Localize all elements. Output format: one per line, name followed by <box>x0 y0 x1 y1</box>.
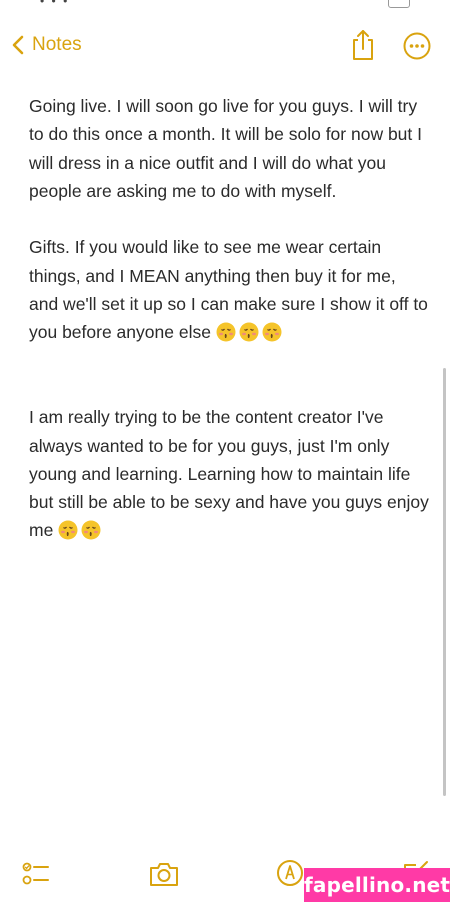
back-button-label: Notes <box>32 34 82 55</box>
kissing-face-emoji-icon <box>239 322 259 342</box>
back-to-notes-button[interactable]: Notes <box>8 30 82 60</box>
kissing-face-emoji-icon <box>58 520 78 540</box>
emoji-group <box>216 322 285 342</box>
share-icon[interactable] <box>349 28 377 62</box>
kissing-face-emoji-icon <box>81 520 101 540</box>
note-paragraph-text: Going live. I will soon go live for you … <box>29 96 422 201</box>
kissing-face-emoji-icon <box>216 322 236 342</box>
camera-icon[interactable] <box>148 860 180 888</box>
emoji-group <box>58 520 104 540</box>
scrollbar[interactable] <box>443 368 446 796</box>
watermark: fapellino.net <box>304 868 450 902</box>
note-paragraph: Gifts. If you would like to see me wear … <box>29 233 429 346</box>
note-content[interactable]: Going live. I will soon go live for you … <box>29 92 429 545</box>
more-ellipsis-icon[interactable] <box>402 31 432 61</box>
chevron-left-icon <box>12 35 24 55</box>
status-signal-icon: • • • <box>40 0 70 8</box>
note-paragraph: I am really trying to be the content cre… <box>29 403 429 544</box>
markup-pen-icon[interactable] <box>276 859 304 887</box>
battery-icon <box>388 0 410 8</box>
checklist-icon[interactable] <box>22 860 50 888</box>
navigation-bar: Notes <box>0 20 450 68</box>
status-bar: • • • <box>0 0 450 10</box>
kissing-face-emoji-icon <box>262 322 282 342</box>
note-paragraph: Going live. I will soon go live for you … <box>29 92 429 205</box>
